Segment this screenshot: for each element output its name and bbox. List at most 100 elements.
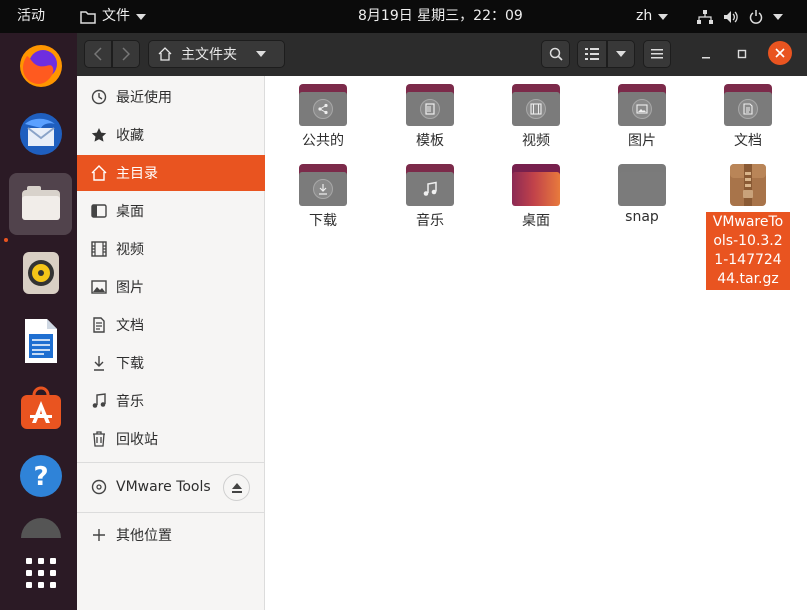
folder-icon: [80, 10, 96, 24]
desktop-screen: 活动 文件 8月19日 星期三，22：09 zh ? 主文件夹 最近使用 收藏 …: [0, 0, 807, 610]
file-item-public[interactable]: 公共的: [278, 84, 368, 150]
folder-icon: [299, 84, 347, 126]
app-grid-icon: [25, 558, 56, 588]
sidebar-item-label: 下载: [116, 356, 144, 372]
svg-text:?: ?: [33, 462, 48, 492]
file-label: 文档: [734, 133, 762, 149]
input-method-label: zh: [636, 8, 653, 24]
sidebar-item-label: 收藏: [116, 128, 144, 144]
dock-rhythmbox[interactable]: [9, 242, 72, 304]
sidebar-item-other-locations[interactable]: 其他位置: [77, 515, 265, 555]
file-item-documents[interactable]: 文档: [703, 84, 793, 150]
dock-firefox[interactable]: [9, 35, 72, 97]
file-label: 公共的: [302, 133, 344, 149]
file-item-music[interactable]: 音乐: [385, 164, 475, 230]
thunderbird-icon: [19, 113, 62, 155]
file-item-archive[interactable]: VMwareTools-10.3.21-14772444.tar.gz: [703, 162, 793, 290]
dock-software[interactable]: [9, 377, 72, 439]
document-icon: [743, 103, 753, 115]
file-item-videos[interactable]: 视频: [491, 84, 581, 150]
firefox-icon: [19, 45, 62, 87]
sidebar-item-trash[interactable]: 回收站: [77, 421, 265, 457]
maximize-button[interactable]: [732, 44, 752, 64]
main-menu-button[interactable]: [643, 40, 671, 68]
minimize-button[interactable]: [696, 44, 716, 64]
dock-show-apps[interactable]: [9, 542, 72, 604]
file-label: snap: [625, 209, 659, 225]
sidebar-item-label: 最近使用: [116, 90, 172, 106]
header-bar: 主文件夹: [77, 33, 807, 76]
sidebar-item-documents[interactable]: 文档: [77, 307, 265, 343]
back-button[interactable]: [84, 40, 112, 68]
disc-icon: [91, 479, 107, 495]
path-bar-home[interactable]: 主文件夹: [148, 40, 285, 68]
clock[interactable]: 8月19日 星期三，22：09: [358, 0, 523, 33]
volume-icon: [724, 10, 738, 23]
file-item-snap[interactable]: snap: [597, 164, 687, 226]
sidebar-item-recent[interactable]: 最近使用: [77, 79, 265, 115]
writer-icon: [24, 319, 57, 363]
forward-button[interactable]: [112, 40, 140, 68]
chevron-down-icon: [136, 13, 146, 20]
dock-thunderbird[interactable]: [9, 103, 72, 165]
clock-icon: [91, 89, 107, 105]
sidebar-item-downloads[interactable]: 下载: [77, 345, 265, 381]
sidebar-item-label: 主目录: [116, 166, 158, 182]
running-indicator: [4, 238, 8, 242]
close-button[interactable]: [768, 41, 792, 65]
path-bar-label: 主文件夹: [181, 47, 237, 63]
sidebar-item-label: 桌面: [116, 204, 144, 220]
dock-writer[interactable]: [9, 310, 72, 372]
sidebar-item-music[interactable]: 音乐: [77, 383, 265, 419]
sidebar-item-label: VMware Tools: [116, 479, 211, 495]
chevron-down-icon: [658, 13, 669, 20]
app-menu[interactable]: 文件: [80, 0, 146, 33]
folder-icon: [406, 84, 454, 126]
sidebar-item-videos[interactable]: 视频: [77, 231, 265, 267]
eject-button[interactable]: [223, 474, 250, 501]
dock-files[interactable]: [9, 173, 72, 235]
dock-help[interactable]: ?: [9, 445, 72, 507]
desktop-folder-icon: [512, 164, 560, 206]
sidebar-item-starred[interactable]: 收藏: [77, 117, 265, 153]
files-window: 主文件夹 最近使用 收藏 主目录 桌面 视频 图片 文档 下载 音乐 回收站 V…: [77, 33, 807, 610]
sidebar-item-label: 音乐: [116, 394, 144, 410]
sidebar-divider: [77, 462, 265, 463]
file-item-downloads[interactable]: 下载: [278, 164, 368, 230]
activities-button[interactable]: 活动: [17, 0, 45, 33]
dock-partial-item[interactable]: [9, 508, 72, 538]
file-item-templates[interactable]: 模板: [385, 84, 475, 150]
document-icon: [91, 317, 107, 333]
search-button[interactable]: [541, 40, 570, 68]
chevron-down-icon: [773, 13, 783, 20]
file-item-pictures[interactable]: 图片: [597, 84, 687, 150]
top-bar: 活动 文件 8月19日 星期三，22：09 zh: [0, 0, 807, 33]
dock: ?: [0, 33, 77, 610]
sidebar-item-label: 回收站: [116, 432, 158, 448]
folder-icon: [512, 84, 560, 126]
minimize-icon: [702, 57, 710, 59]
list-view-button[interactable]: [577, 40, 607, 68]
sidebar-item-vmware-tools[interactable]: VMware Tools: [77, 467, 265, 507]
file-label: 视频: [522, 133, 550, 149]
power-icon: [749, 9, 763, 24]
file-label: VMwareTools-10.3.21-14772444.tar.gz: [706, 212, 790, 290]
sidebar-item-desktop[interactable]: 桌面: [77, 193, 265, 229]
home-icon: [91, 165, 107, 181]
file-item-desktop[interactable]: 桌面: [491, 164, 581, 230]
file-label: 下载: [309, 213, 337, 229]
chevron-left-icon: [94, 47, 102, 61]
sidebar-item-home[interactable]: 主目录: [77, 155, 265, 191]
eject-icon: [231, 482, 242, 493]
file-label: 桌面: [522, 213, 550, 229]
maximize-icon: [737, 49, 747, 59]
input-method-menu[interactable]: zh: [636, 0, 669, 33]
sidebar-item-pictures[interactable]: 图片: [77, 269, 265, 305]
file-label: 图片: [628, 133, 656, 149]
system-tray[interactable]: [697, 0, 783, 33]
view-options-button[interactable]: [607, 40, 635, 68]
folder-icon: [618, 84, 666, 126]
archive-icon: [730, 164, 766, 206]
software-center-icon: [20, 386, 61, 429]
app-menu-label: 文件: [102, 8, 130, 24]
